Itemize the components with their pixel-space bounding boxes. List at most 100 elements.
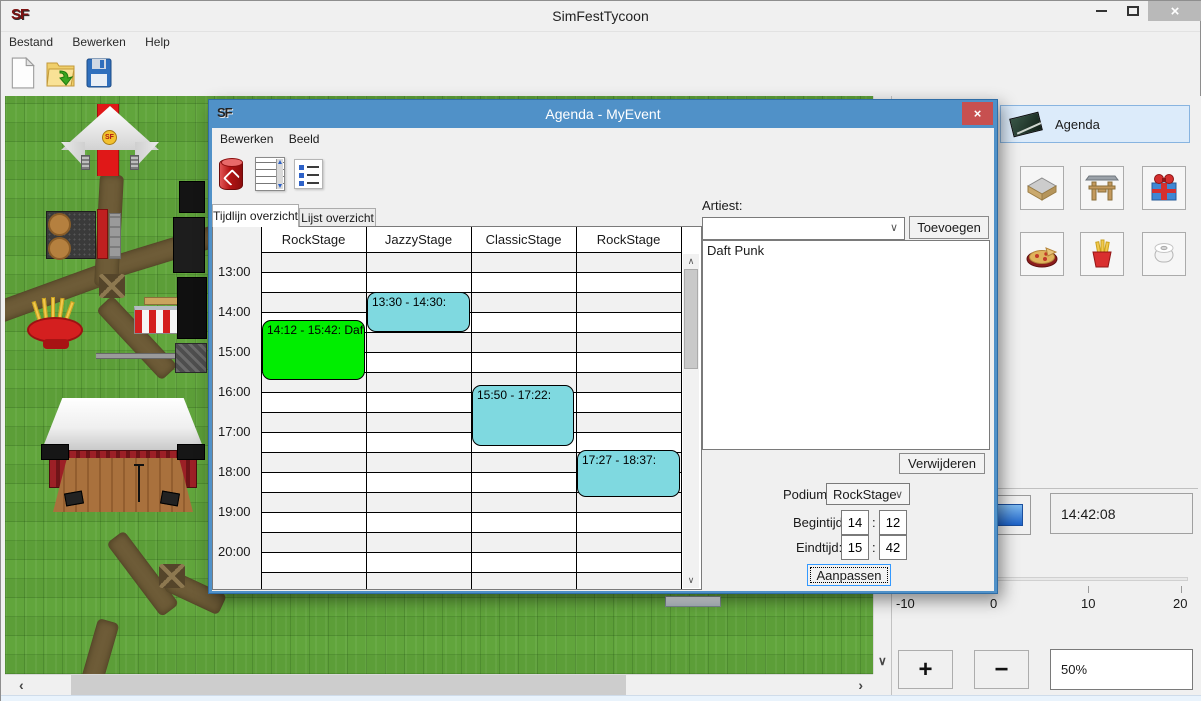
zoom-in-button[interactable]: + [898,650,953,689]
scrollbar-thumb[interactable] [71,675,626,696]
scroll-left-icon[interactable]: ‹ [19,677,24,693]
column-header: RockStage [261,227,366,252]
window-title: SimFestTycoon [1,8,1200,24]
dirt-path [71,618,120,674]
schedule-event[interactable]: 17:27 - 18:37: [577,450,680,497]
zoom-level-field[interactable]: 50% [1050,649,1193,690]
item-button-fries[interactable] [1080,232,1124,276]
begintijd-label: Begintijd: [793,515,846,530]
end-minute-input[interactable] [879,535,907,560]
tab-lijst-overzicht[interactable]: Lijst overzicht [299,208,376,227]
begin-minute-input[interactable] [879,510,907,535]
dialog-menu-bewerken[interactable]: Bewerken [216,130,281,146]
chevron-down-icon: ∨ [890,221,898,234]
agenda-button[interactable]: Agenda [1000,105,1190,143]
path-junction [159,564,185,588]
eindtijd-label: Eindtijd: [796,540,842,555]
scrollbar-thumb[interactable] [684,269,698,369]
delete-bin-icon[interactable] [219,159,243,190]
speaker-rig[interactable] [173,181,211,381]
schedule-event[interactable]: 15:50 - 17:22: [472,385,574,446]
pizza-icon [1024,236,1060,272]
menu-help[interactable]: Help [137,32,178,49]
timeline-grid: 13:00 14:00 15:00 16:00 17:00 18:00 19:0… [212,226,702,590]
menu-bar: Bestand Bewerken Help [1,31,1200,51]
path-junction [99,274,125,298]
gift-box-icon [1146,170,1182,206]
minimize-button[interactable] [1086,1,1116,21]
fries-stand[interactable] [25,301,85,351]
minimize-icon [1096,10,1107,12]
item-button-platform[interactable] [1020,166,1064,210]
menu-bewerken[interactable]: Bewerken [64,32,133,49]
scroll-down-icon[interactable]: ∨ [683,575,699,586]
close-button[interactable]: × [1148,1,1201,21]
open-file-icon[interactable] [46,57,76,94]
slider-tick [1181,586,1182,593]
scroll-right-icon[interactable]: › [858,677,863,693]
entrance-tent[interactable]: SF [61,106,159,174]
dialog-body: Bewerken Beeld Tijdlijn overzicht Lijst … [212,128,994,591]
slider-label: 20 [1173,596,1187,611]
artist-listbox[interactable]: Daft Punk [702,240,990,450]
scroll-up-icon[interactable]: ∧ [683,256,699,267]
item-button-pizza[interactable] [1020,232,1064,276]
torii-gate-icon [1084,170,1120,206]
speaker-box [173,217,205,273]
list-detail-view-icon[interactable] [255,157,285,191]
bullet [299,173,304,178]
item-button-gift[interactable] [1142,166,1186,210]
time-label: 18:00 [218,464,251,479]
tent-logo: SF [102,130,117,145]
title-bar: SF SimFestTycoon × [1,1,1200,31]
maximize-button[interactable] [1118,1,1148,21]
item-button-toilet-paper[interactable] [1142,232,1186,276]
burger-stand[interactable] [46,209,108,259]
agenda-book-icon [1009,111,1043,137]
mic-stand [138,466,140,502]
time-label: 17:00 [218,424,251,439]
bullet-list-view-icon[interactable] [294,159,323,189]
chevron-down-icon: ∨ [895,488,903,501]
metal-bench[interactable] [109,213,121,259]
toevoegen-button[interactable]: Toevoegen [909,216,989,239]
end-hour-input[interactable] [841,535,869,560]
artiest-label: Artiest: [702,198,742,213]
dialog-title-bar: SF Agenda - MyEvent × [209,100,997,128]
begin-hour-input[interactable] [841,510,869,535]
zoom-out-button[interactable]: − [974,650,1029,689]
grid-vertical-scrollbar[interactable]: ∧ ∨ [683,254,699,588]
fries-icon [1084,236,1120,272]
artist-combobox[interactable]: ∨ [702,217,905,240]
time-label: 13:00 [218,264,251,279]
game-clock: 14:42:08 [1050,493,1193,534]
podium-select[interactable]: RockStage ∨ [826,483,910,505]
podium-label: Podium: [783,487,831,502]
schedule-event[interactable]: 13:30 - 14:30: [367,292,470,332]
verwijderen-button[interactable]: Verwijderen [899,453,985,474]
toilet-paper-icon [1146,236,1182,272]
aanpassen-button[interactable]: Aanpassen [807,564,891,586]
new-file-icon[interactable] [9,57,37,94]
scroll-down-icon[interactable]: ∨ [878,654,887,668]
time-gutter: 13:00 14:00 15:00 16:00 17:00 18:00 19:0… [213,227,261,589]
tent-leg [130,155,139,170]
artist-list-item[interactable]: Daft Punk [703,241,989,258]
time-label: 15:00 [218,344,251,359]
colon: : [872,540,876,555]
dialog-menu-bar: Bewerken Beeld [216,130,327,146]
schedule-event-selected[interactable]: 14:12 - 15:42: Daft Punk [262,320,365,380]
dialog-close-button[interactable]: × [962,102,993,125]
rock-stage[interactable] [41,398,205,516]
podium-select-value: RockStage [833,487,897,502]
menu-bestand[interactable]: Bestand [1,32,61,49]
fries-bowl-base [43,339,69,349]
platform-tile-icon [1024,170,1060,206]
item-button-torii-gate[interactable] [1080,166,1124,210]
map-horizontal-scrollbar[interactable]: ‹ › [5,674,873,695]
save-icon[interactable] [86,57,112,94]
tab-tijdlijn-overzicht[interactable]: Tijdlijn overzicht [212,204,299,227]
stand-counter [97,209,108,259]
dialog-menu-beeld[interactable]: Beeld [285,130,328,146]
grid-line [681,227,682,589]
